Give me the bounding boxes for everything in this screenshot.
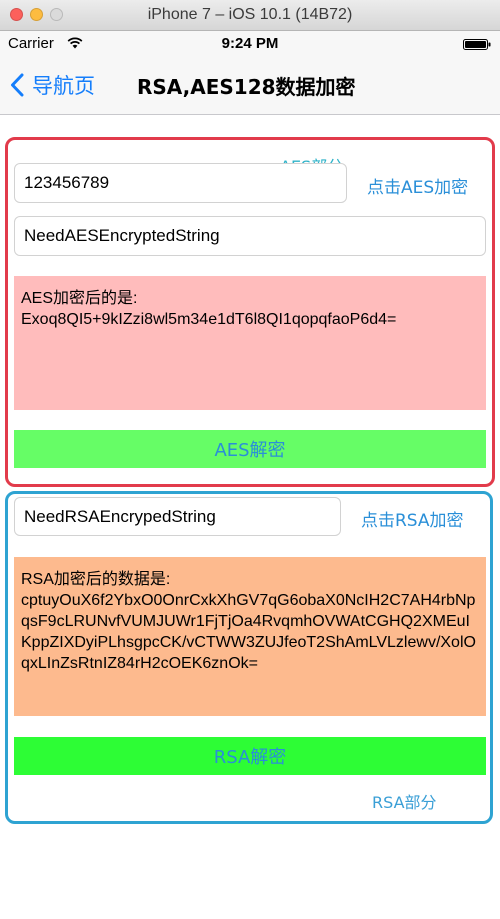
battery-icon [463, 39, 491, 50]
rsa-result-value: cptuyOuX6f2YbxO0OnrCxkXhGV7qG6obaX0NcIH2… [21, 592, 476, 672]
rsa-result-heading: RSA加密后的数据是: [21, 571, 171, 588]
rsa-section-label: RSA部分 [372, 793, 437, 812]
status-bar: Carrier 9:24 PM [0, 31, 500, 57]
back-button[interactable]: 导航页 [10, 67, 95, 103]
window-title: iPhone 7 – iOS 10.1 (14B72) [147, 6, 353, 23]
aes-result-box: AES加密后的是: Exoq8QI5+9kIZzi8wl5m34e1dT6l8Q… [14, 276, 486, 410]
aes-encrypt-button[interactable]: 点击AES加密 [367, 173, 468, 198]
aes-plaintext-field[interactable]: NeedAESEncryptedString [14, 216, 486, 256]
navigation-bar: 导航页 RSA,AES128数据加密 [0, 57, 500, 115]
rsa-plaintext-field[interactable]: NeedRSAEncrypedString [14, 497, 341, 536]
rsa-result-box: RSA加密后的数据是: cptuyOuX6f2YbxO0OnrCxkXhGV7q… [14, 557, 486, 716]
simulator-title-bar: iPhone 7 – iOS 10.1 (14B72) [0, 0, 500, 31]
aes-key-field[interactable]: 123456789 [14, 163, 347, 203]
aes-decrypt-button[interactable]: AES解密 [14, 430, 486, 468]
rsa-decrypt-button[interactable]: RSA解密 [14, 737, 486, 775]
back-button-label: 导航页 [32, 74, 95, 98]
rsa-encrypt-button[interactable]: 点击RSA加密 [361, 506, 464, 531]
aes-result-value: Exoq8QI5+9kIZzi8wl5m34e1dT6l8QI1qopqfaoP… [21, 311, 397, 328]
back-chevron-icon [11, 73, 24, 97]
status-time: 9:24 PM [221, 35, 279, 52]
aes-result-heading: AES加密后的是: [21, 290, 138, 307]
page-title: RSA,AES128数据加密 [137, 75, 356, 99]
